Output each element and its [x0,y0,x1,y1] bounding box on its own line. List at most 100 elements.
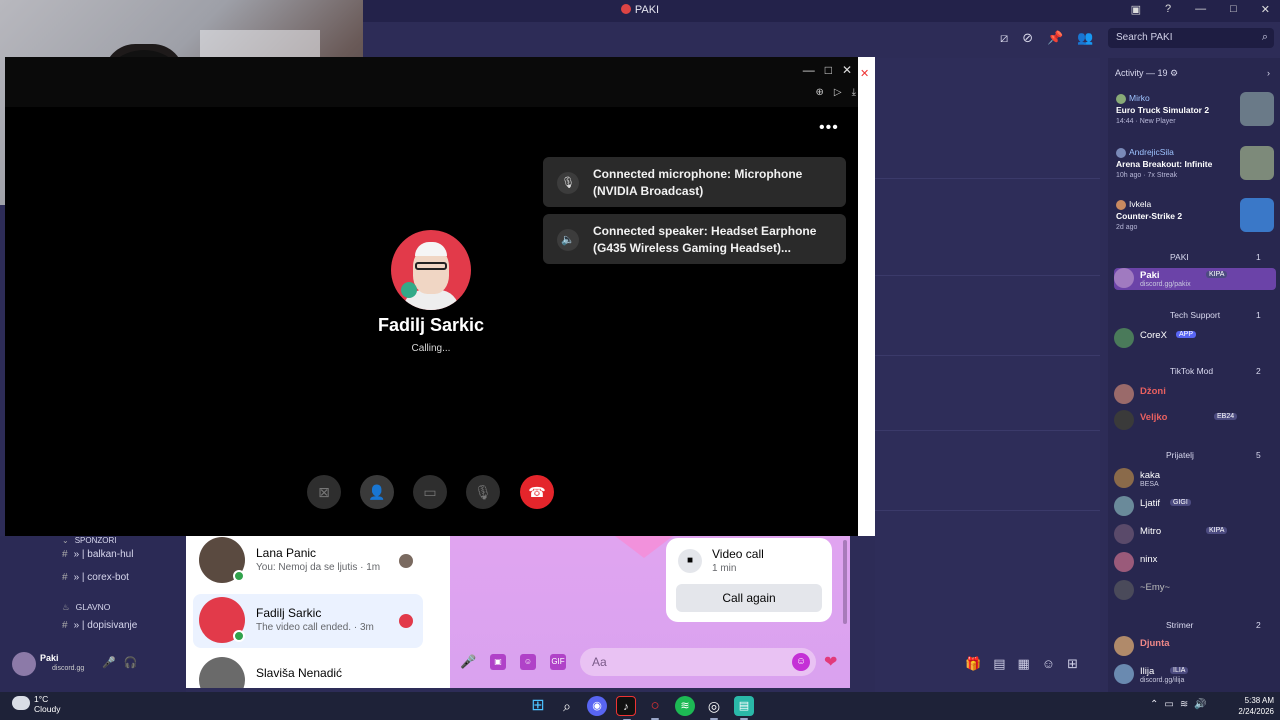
headphones-icon[interactable]: 🎧 [124,657,146,669]
user-panel: Paki discord.gg 🎤🎧 [8,648,158,680]
threads-icon[interactable]: ⧄ [1000,30,1008,46]
help-icon[interactable]: ? [1165,3,1171,16]
chevron-up-icon[interactable]: ⌃ [1150,699,1164,710]
channel-category[interactable]: ♨ GLAVNO [62,602,110,613]
emoji-icon[interactable]: ☺ [792,653,810,671]
member-name: ~Emy~ [1140,582,1171,593]
heart-reaction-icon[interactable]: ❤ [824,652,837,672]
microphone-icon[interactable]: 🎤 [102,657,124,669]
activity-header-text: Activity — 19 [1115,68,1168,78]
call-again-button[interactable]: Call again [676,584,822,612]
call-window-controls: — □ ✕ [803,63,852,77]
member-item[interactable]: ~Emy~ [1114,580,1276,602]
play-icon[interactable]: ▷ [834,87,842,98]
zoom-icon[interactable]: ⊕ [815,87,823,98]
message-input[interactable]: Aa ☺ [580,648,816,676]
member-item[interactable]: Ilija discord.gg/ilija ILIA [1114,664,1276,686]
chat-scrollbar[interactable] [843,540,847,624]
activity-card[interactable]: Ivkela Counter-Strike 2 2d ago [1116,198,1276,240]
video-toggle-button[interactable]: ▭ [413,475,447,509]
weather-widget[interactable]: 1°C Cloudy [34,694,60,714]
member-item[interactable]: Mitro KIPA [1114,524,1276,546]
activity-meta: 14:44 · New Player [1116,118,1176,125]
conversation-item[interactable]: Slaviša Nenadić [193,654,423,688]
activity-card[interactable]: Mirko Euro Truck Simulator 2 14:44 · New… [1116,92,1276,134]
member-badge: KIPA [1206,271,1228,278]
avatar[interactable] [12,652,36,676]
member-item[interactable]: kaka BESA [1114,468,1276,490]
chevron-right-icon[interactable]: › [1267,68,1270,78]
channel-item[interactable]: # » | corex-bot [62,572,129,583]
add-person-button[interactable]: 👤 [360,475,394,509]
gift-icon[interactable]: 🎁 [965,656,981,672]
opera-app-icon[interactable]: ○ [645,696,665,720]
search-input[interactable]: Search PAKI ⌕ [1108,28,1274,48]
channel-item[interactable]: # » | balkan-hul [62,549,133,560]
maximize-icon[interactable]: □ [1230,3,1237,16]
hashtag-icon: # [62,620,68,631]
clock-time: 5:38 AM [1244,696,1274,705]
gif-icon[interactable]: GIF [550,654,566,670]
mute-button[interactable]: 🎙 [466,475,500,509]
close-icon[interactable]: ✕ [860,67,869,80]
spotify-app-icon[interactable]: ≋ [675,696,695,716]
channel-category[interactable]: ⌄ SPONZORI [62,536,116,545]
activity-user: Mirko [1129,93,1150,103]
microphone-icon[interactable]: 🎤 [460,654,476,670]
download-icon[interactable]: ⤓ [852,87,856,98]
divider [875,510,1100,511]
end-call-button[interactable]: ☎ [520,475,554,509]
member-item[interactable]: Paki discord.gg/pakix KIPA [1114,268,1276,290]
member-item[interactable]: Ljatif GIGI [1114,496,1276,518]
share-screen-button[interactable]: ⊠ [307,475,341,509]
image-icon[interactable]: ▣ [490,654,506,670]
emoji-icon[interactable]: ☺ [1042,656,1055,672]
member-item[interactable]: Džoni [1114,384,1276,406]
minimize-icon[interactable]: — [1195,3,1206,16]
start-menu-icon[interactable]: ⊞ [528,696,548,716]
members-icon[interactable]: 👥 [1077,30,1093,46]
member-item[interactable]: ninx [1114,552,1276,574]
member-name: Ilija [1140,666,1155,677]
minimize-icon[interactable]: — [803,63,815,77]
cloud-icon[interactable] [12,696,30,710]
activity-game: Euro Truck Simulator 2 [1116,105,1210,115]
volume-icon[interactable]: 🔊 [1194,699,1212,710]
close-icon[interactable]: ✕ [1261,3,1270,16]
sticker-icon[interactable]: ▦ [1017,656,1029,672]
avatar [1116,200,1126,210]
gif-icon[interactable]: ▤ [993,656,1005,672]
browser-edge: ✕ [858,57,875,536]
mute-icon[interactable]: ⊘ [1022,30,1033,46]
weather-desc: Cloudy [34,704,61,714]
member-item[interactable]: Djunta [1114,636,1276,658]
obs-app-icon[interactable]: ◎ [704,696,724,720]
pin-icon[interactable]: 📌 [1047,30,1063,46]
composer-icons: 🎁 ▤ ▦ ☺ ⊞ [965,656,1078,672]
tiktok-app-icon[interactable]: ♪ [616,696,636,720]
conversation-item[interactable]: Lana Panic You: Nemoj da se ljutis · 1m [193,534,423,588]
activity-card[interactable]: AndrejicSila Arena Breakout: Infinite 10… [1116,146,1276,188]
call-status: Calling... [411,343,451,354]
member-name: Ljatif [1140,498,1161,509]
weather-temp: 1°C [34,694,49,704]
clock[interactable]: 5:38 AM 2/24/2026 [1226,695,1274,717]
more-options-button[interactable]: ••• [819,119,839,137]
search-icon[interactable]: ⌕ [557,696,577,716]
search-icon: ⌕ [1261,31,1268,43]
maximize-icon[interactable]: □ [825,63,832,77]
messenger-app-icon[interactable]: ▤ [734,696,754,720]
discord-app-icon[interactable]: ◉ [587,696,607,716]
conversation-item[interactable]: Fadilj Sarkic The video call ended. · 3m [193,594,423,648]
member-item[interactable]: CoreX APP [1114,328,1276,350]
inbox-icon[interactable]: ▣ [1131,3,1141,16]
battery-icon[interactable]: ▭ [1164,699,1179,710]
wifi-icon[interactable]: ≋ [1180,699,1194,710]
sticker-icon[interactable]: ☺ [520,654,536,670]
close-icon[interactable]: ✕ [842,63,852,77]
apps-icon[interactable]: ⊞ [1067,656,1078,672]
channel-item[interactable]: # » | dopisivanje [62,620,137,631]
discord-title-text: PAKI [634,4,660,16]
member-item[interactable]: Veljko EB24 [1114,410,1276,432]
callee-avatar [391,230,471,310]
